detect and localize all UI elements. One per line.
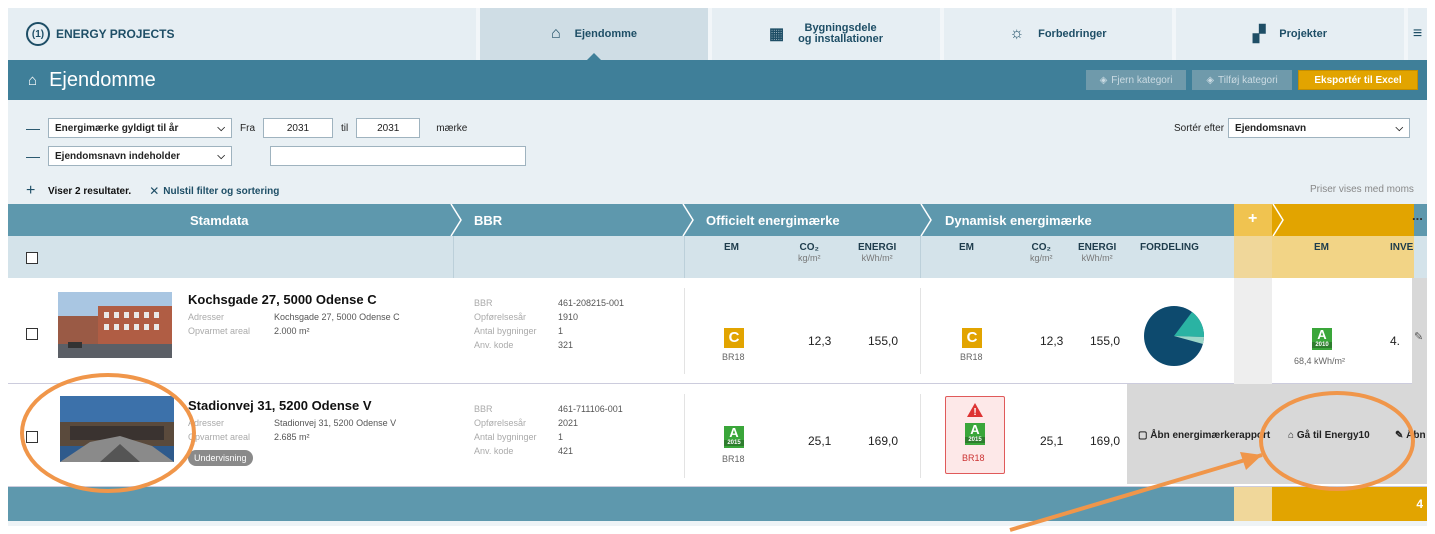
annotation-overlay [20,373,1415,532]
annotation-circle [20,373,196,493]
annotation-arrowhead [1240,452,1262,470]
annotation-circle [1259,391,1415,491]
annotation-arrow [1009,453,1263,532]
